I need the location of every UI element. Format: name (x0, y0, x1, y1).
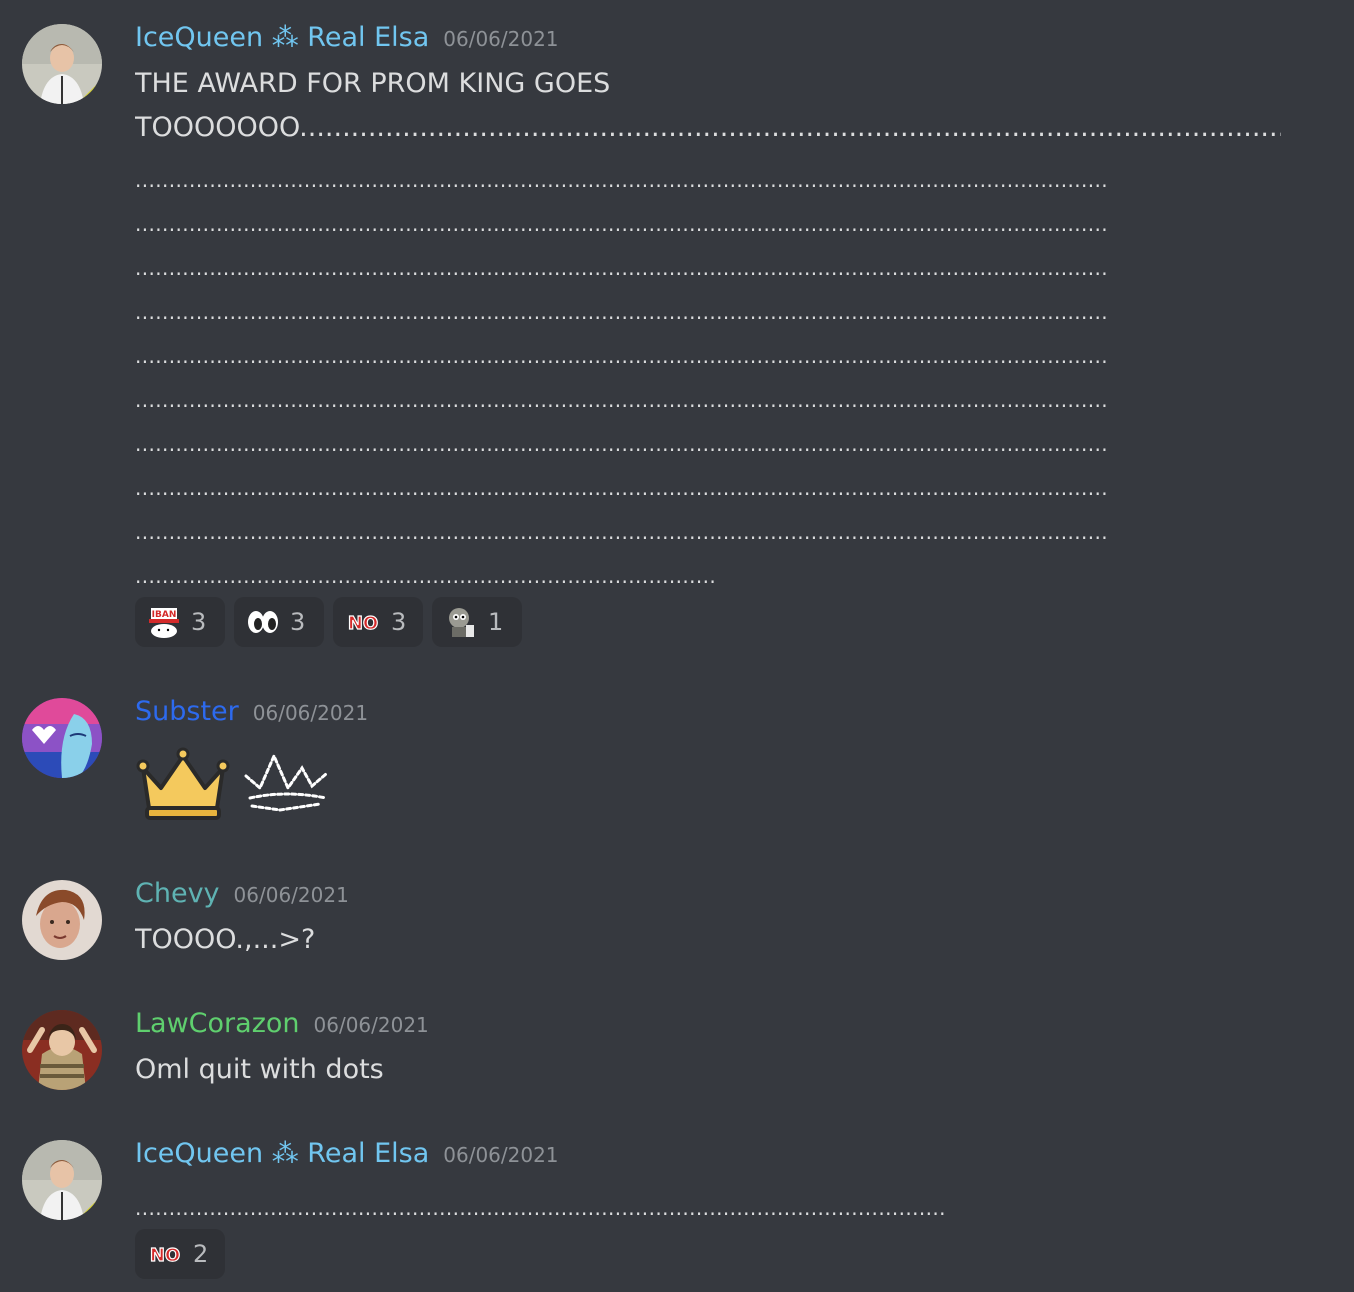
message-header: IceQueen ⁂ Real Elsa 06/06/2021 (135, 1138, 559, 1169)
avatar-icequeen-image (22, 1140, 102, 1220)
reaction-iban-cat[interactable]: IBAN 3 (135, 597, 225, 647)
reaction-eyes[interactable]: 3 (234, 597, 324, 647)
timestamp: 06/06/2021 (313, 1013, 429, 1037)
avatar-subster-image (22, 698, 102, 778)
no-emoji: NO (147, 1242, 183, 1266)
eyes-emoji (246, 605, 280, 639)
svg-text:IBAN: IBAN (152, 610, 177, 620)
svg-text:NO: NO (348, 613, 378, 634)
iban-cat-emoji: IBAN (147, 605, 181, 639)
message-dots-line: ........................................… (135, 520, 1109, 544)
timestamp: 06/06/2021 (443, 27, 559, 51)
reaction-count: 1 (488, 608, 504, 636)
message-dots-line: ........................................… (135, 476, 1109, 500)
username[interactable]: IceQueen ⁂ Real Elsa (135, 1138, 429, 1169)
message-text: ........................................… (135, 1196, 946, 1220)
reaction-count: 3 (290, 608, 306, 636)
avatar-icequeen[interactable] (22, 1140, 102, 1220)
message-dots-line: ........................................… (135, 256, 1109, 280)
reaction-no[interactable]: NO 3 (333, 597, 423, 647)
message-text: Oml quit with dots (135, 1054, 384, 1085)
no-emoji: NO (345, 610, 381, 634)
sparkle-crown-emoji[interactable] (240, 746, 332, 822)
message-dots-line: ........................................… (135, 212, 1109, 236)
svg-text:NO: NO (150, 1245, 180, 1266)
reactions-bar: IBAN 3 3 NO 3 1 (135, 597, 522, 647)
message-header: Chevy 06/06/2021 (135, 878, 349, 909)
message-header: IceQueen ⁂ Real Elsa 06/06/2021 (135, 22, 559, 53)
avatar-subster[interactable] (22, 698, 102, 778)
avatar-icequeen[interactable] (22, 24, 102, 104)
message-dots-line: ........................................… (135, 388, 1109, 412)
username[interactable]: Subster (135, 696, 239, 727)
message-dots-line: ........................................… (135, 344, 1109, 368)
avatar-chevy[interactable] (22, 880, 102, 960)
reaction-mask-figure[interactable]: 1 (432, 597, 522, 647)
timestamp: 06/06/2021 (252, 701, 369, 725)
avatar-lawcorazon-image (22, 1010, 102, 1090)
message-dots-line: ........................................… (135, 168, 1109, 192)
username[interactable]: IceQueen ⁂ Real Elsa (135, 22, 429, 53)
reaction-count: 3 (391, 608, 407, 636)
message-text: TOOOO.,...>? (135, 924, 316, 955)
reaction-no[interactable]: NO 2 (135, 1229, 225, 1279)
message-header: Subster 06/06/2021 (135, 696, 368, 727)
message-text-line: THE AWARD FOR PROM KING GOES (135, 68, 611, 99)
timestamp: 06/06/2021 (233, 883, 349, 907)
avatar-icequeen-image (22, 24, 102, 104)
message-dots-line: ........................................… (135, 432, 1109, 456)
message-dots-line: ........................................… (135, 300, 1109, 324)
timestamp: 06/06/2021 (443, 1143, 559, 1167)
avatar-lawcorazon[interactable] (22, 1010, 102, 1090)
avatar-chevy-image (22, 880, 102, 960)
message-header: LawCorazon 06/06/2021 (135, 1008, 429, 1039)
message-text-line: TOOOOOOO................................… (135, 112, 1281, 143)
message-dots-line: ........................................… (135, 564, 717, 588)
mask-figure-emoji (444, 605, 478, 639)
crown-emoji[interactable] (135, 746, 231, 826)
reaction-count: 3 (191, 608, 207, 636)
reaction-count: 2 (193, 1240, 209, 1268)
username[interactable]: Chevy (135, 878, 220, 909)
username[interactable]: LawCorazon (135, 1008, 300, 1039)
reactions-bar: NO 2 (135, 1229, 225, 1279)
